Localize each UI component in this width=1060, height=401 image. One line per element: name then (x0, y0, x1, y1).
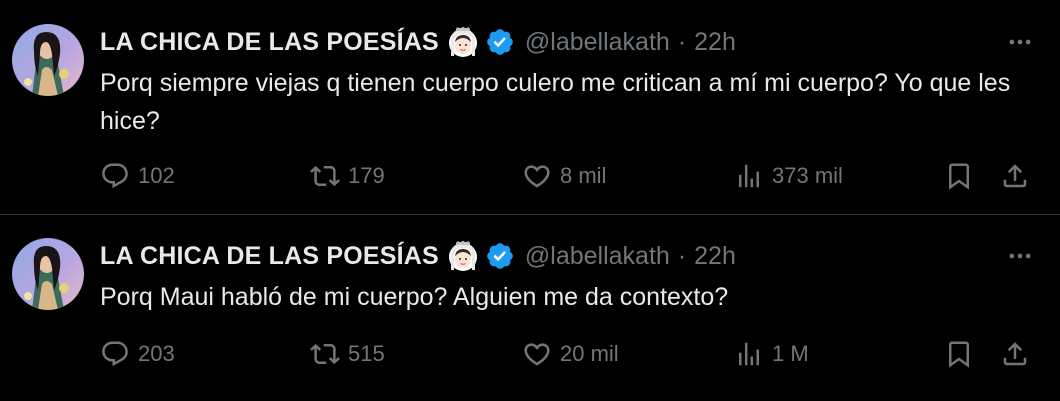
views-button[interactable]: 1 M (734, 334, 809, 374)
heart-icon (522, 161, 552, 191)
author-display-name[interactable]: LA CHICA DE LAS POESÍAS (100, 28, 439, 57)
bookmark-button[interactable] (944, 156, 974, 196)
tweet-header: LA CHICA DE LAS POESÍAS @labellakath · 2… (100, 24, 736, 60)
more-icon (1006, 242, 1034, 270)
like-count: 20 mil (560, 341, 619, 366)
tweet-timestamp[interactable]: 22h (694, 28, 736, 57)
bookmark-icon (944, 161, 974, 191)
bookmark-button[interactable] (944, 334, 974, 374)
separator-dot: · (677, 27, 687, 56)
more-options-button[interactable] (998, 238, 1042, 274)
more-options-button[interactable] (998, 24, 1042, 60)
avatar[interactable] (12, 24, 84, 96)
bride-with-veil-emoji-icon (447, 240, 479, 272)
tweet-text: Porq siempre viejas q tienen cuerpo cule… (100, 69, 1011, 135)
author-handle[interactable]: @labellakath (525, 242, 670, 271)
views-chart-icon (734, 161, 764, 191)
reply-count: 102 (138, 163, 175, 188)
views-button[interactable]: 373 mil (734, 156, 843, 196)
share-icon (1000, 339, 1030, 369)
tweet-actions: 203 515 20 mil 1 M (0, 334, 1060, 374)
views-count: 373 mil (772, 163, 843, 188)
repost-count: 515 (348, 341, 385, 366)
reply-button[interactable]: 102 (100, 156, 175, 196)
bride-with-veil-emoji-icon (447, 26, 479, 58)
tweet[interactable]: LA CHICA DE LAS POESÍAS @labellakath · 2… (0, 216, 1060, 401)
more-icon (1006, 28, 1034, 56)
like-button[interactable]: 8 mil (522, 156, 606, 196)
tweet-actions: 102 179 8 mil 373 mil (0, 156, 1060, 196)
share-button[interactable] (1000, 334, 1030, 374)
author-handle[interactable]: @labellakath (525, 28, 670, 57)
views-chart-icon (734, 339, 764, 369)
tweet[interactable]: LA CHICA DE LAS POESÍAS @labellakath · 2… (0, 0, 1060, 215)
repost-icon (310, 339, 340, 369)
repost-count: 179 (348, 163, 385, 188)
bookmark-icon (944, 339, 974, 369)
repost-button[interactable]: 179 (310, 156, 385, 196)
tweet-text: Porq Maui habló de mi cuerpo? Alguien me… (100, 283, 729, 311)
reply-icon (100, 339, 130, 369)
repost-icon (310, 161, 340, 191)
heart-icon (522, 339, 552, 369)
like-button[interactable]: 20 mil (522, 334, 619, 374)
reply-button[interactable]: 203 (100, 334, 175, 374)
reply-count: 203 (138, 341, 175, 366)
views-count: 1 M (772, 341, 809, 366)
verified-badge-icon[interactable] (485, 27, 515, 57)
share-icon (1000, 161, 1030, 191)
author-display-name[interactable]: LA CHICA DE LAS POESÍAS (100, 242, 439, 271)
like-count: 8 mil (560, 163, 607, 188)
share-button[interactable] (1000, 156, 1030, 196)
tweet-timestamp[interactable]: 22h (694, 242, 736, 271)
repost-button[interactable]: 515 (310, 334, 385, 374)
reply-icon (100, 161, 130, 191)
verified-badge-icon[interactable] (485, 241, 515, 271)
avatar[interactable] (12, 238, 84, 310)
tweet-header: LA CHICA DE LAS POESÍAS @labellakath · 2… (100, 238, 736, 274)
separator-dot: · (677, 241, 687, 270)
